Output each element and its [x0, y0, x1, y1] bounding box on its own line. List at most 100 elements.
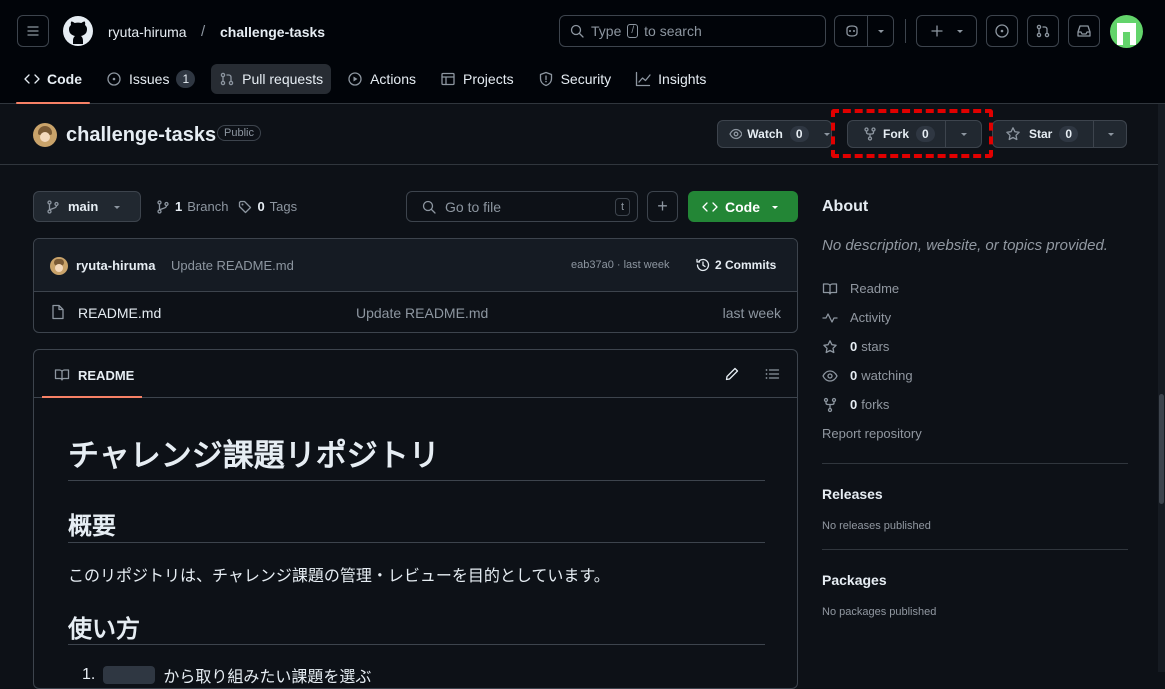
- shield-icon: [539, 71, 552, 87]
- tab-label: Issues: [129, 71, 170, 87]
- watching-link[interactable]: 0 watching: [822, 361, 1128, 390]
- table-row[interactable]: README.md Update README.md last week: [34, 292, 797, 332]
- star-label: Star: [1029, 127, 1053, 141]
- tag-label[interactable]: Tags: [270, 199, 297, 214]
- watching-label: watching: [861, 368, 913, 383]
- git-branch-icon: [157, 199, 169, 214]
- scrollbar[interactable]: [1158, 104, 1165, 672]
- create-new-button[interactable]: [916, 15, 977, 47]
- menu-button[interactable]: [17, 15, 49, 47]
- about-description: No description, website, or topics provi…: [822, 237, 1108, 254]
- scrollbar-thumb[interactable]: [1159, 394, 1164, 504]
- copilot-button[interactable]: [834, 15, 894, 47]
- chevron-down-icon: [956, 30, 963, 33]
- star-icon: [823, 339, 837, 353]
- readme-tab[interactable]: README: [54, 367, 134, 383]
- issue-icon: [107, 72, 121, 86]
- list-unordered-icon[interactable]: [764, 366, 780, 382]
- inbox-button[interactable]: [1068, 15, 1100, 47]
- activity-link[interactable]: Activity: [822, 303, 1128, 332]
- table-icon: [441, 72, 455, 86]
- branch-count[interactable]: 1: [175, 199, 182, 214]
- tab-issues[interactable]: Issues 1: [98, 64, 203, 94]
- commit-hash[interactable]: eab37a0 · last week: [571, 259, 669, 271]
- about-heading: About: [822, 198, 869, 215]
- pull-requests-button[interactable]: [1027, 15, 1059, 47]
- code-button[interactable]: Code: [688, 191, 798, 222]
- chevron-down-icon: [772, 205, 778, 209]
- tag-count[interactable]: 0: [257, 199, 264, 214]
- stars-count: 0: [850, 339, 858, 354]
- chevron-down-icon: [878, 30, 884, 33]
- file-icon: [52, 304, 64, 320]
- play-icon: [348, 72, 362, 86]
- branch-tag-links: 1 Branch 0 Tags: [156, 199, 297, 214]
- tab-label: Insights: [658, 71, 707, 87]
- watch-count: 0: [789, 126, 809, 142]
- graph-icon: [636, 71, 651, 87]
- repo-title[interactable]: challenge-tasks: [66, 124, 216, 147]
- search-placeholder-post: to search: [644, 23, 702, 39]
- latest-commit-bar: ryuta-hiruma Update README.md eab37a0 · …: [34, 239, 797, 292]
- avatar[interactable]: [1110, 15, 1143, 48]
- report-repository-link[interactable]: Report repository: [822, 419, 1128, 448]
- branch-label[interactable]: Branch: [187, 199, 228, 214]
- forks-link[interactable]: 0 forks: [822, 390, 1128, 419]
- tab-security[interactable]: Security: [530, 64, 620, 94]
- stars-link[interactable]: 0 stars: [822, 332, 1128, 361]
- watch-label: Watch: [747, 127, 783, 141]
- releases-heading[interactable]: Releases: [822, 486, 1128, 502]
- tab-code[interactable]: Code: [16, 64, 90, 104]
- pulse-icon: [822, 312, 838, 323]
- git-branch-icon: [47, 199, 59, 214]
- commits-link[interactable]: 2 Commits: [695, 257, 776, 273]
- forks-count: 0: [850, 397, 858, 412]
- global-header: ryuta-hiruma / challenge-tasks Type / to…: [0, 0, 1165, 104]
- commits-count: 2 Commits: [715, 258, 777, 272]
- search-input[interactable]: Type / to search: [559, 15, 826, 47]
- readme-link[interactable]: Readme: [822, 274, 1128, 303]
- star-icon: [1006, 127, 1020, 141]
- file-commit-message[interactable]: Update README.md: [356, 305, 488, 321]
- tab-pull-requests[interactable]: Pull requests: [211, 64, 332, 94]
- inbox-icon: [1077, 25, 1091, 37]
- repo-tabs: Code Issues 1 Pull requests Actions Proj…: [16, 64, 722, 104]
- visibility-badge: Public: [217, 125, 261, 141]
- packages-heading[interactable]: Packages: [822, 572, 1128, 588]
- tab-label: Security: [560, 71, 612, 87]
- owner-link[interactable]: ryuta-hiruma: [108, 24, 187, 40]
- search-placeholder-pre: Type: [591, 23, 622, 39]
- repo-link[interactable]: challenge-tasks: [220, 24, 325, 40]
- branch-name: main: [68, 199, 99, 214]
- chevron-down-icon: [823, 133, 830, 136]
- issues-button[interactable]: [986, 15, 1018, 47]
- tab-label: Pull requests: [242, 71, 324, 87]
- search-icon: [570, 24, 584, 38]
- tab-actions[interactable]: Actions: [339, 64, 424, 94]
- add-file-button[interactable]: +: [647, 191, 678, 222]
- github-logo-icon[interactable]: [62, 15, 94, 47]
- chevron-down-icon: [1107, 133, 1114, 136]
- commit-message[interactable]: Update README.md: [171, 258, 294, 273]
- readme-panel: README チャレンジ課題リポジトリ 概要 このリポジトリは、チャレンジ課題の…: [33, 349, 798, 689]
- star-dropdown[interactable]: [1093, 121, 1127, 147]
- star-button[interactable]: Star 0: [992, 120, 1127, 148]
- go-to-file-input[interactable]: Go to file t: [406, 191, 638, 222]
- tab-projects[interactable]: Projects: [432, 64, 522, 94]
- file-name[interactable]: README.md: [78, 305, 161, 321]
- eye-icon: [822, 369, 838, 382]
- readme-header: README: [34, 350, 797, 398]
- code-button-label: Code: [725, 198, 760, 215]
- watch-button[interactable]: Watch 0: [717, 120, 832, 148]
- header-divider: [905, 19, 906, 43]
- chevron-down-icon: [114, 205, 121, 209]
- commit-author[interactable]: ryuta-hiruma: [76, 258, 155, 273]
- tab-insights[interactable]: Insights: [627, 64, 714, 94]
- list-item: 1. から取り組みたい課題を選ぶ: [82, 663, 371, 687]
- readme-link-label: Readme: [850, 281, 900, 296]
- branch-selector[interactable]: main: [33, 191, 141, 222]
- go-to-file-key: t: [614, 197, 630, 216]
- about-sidebar: About No description, website, or topics…: [822, 190, 1128, 618]
- inline-code: [103, 666, 156, 684]
- pencil-icon[interactable]: [724, 366, 740, 382]
